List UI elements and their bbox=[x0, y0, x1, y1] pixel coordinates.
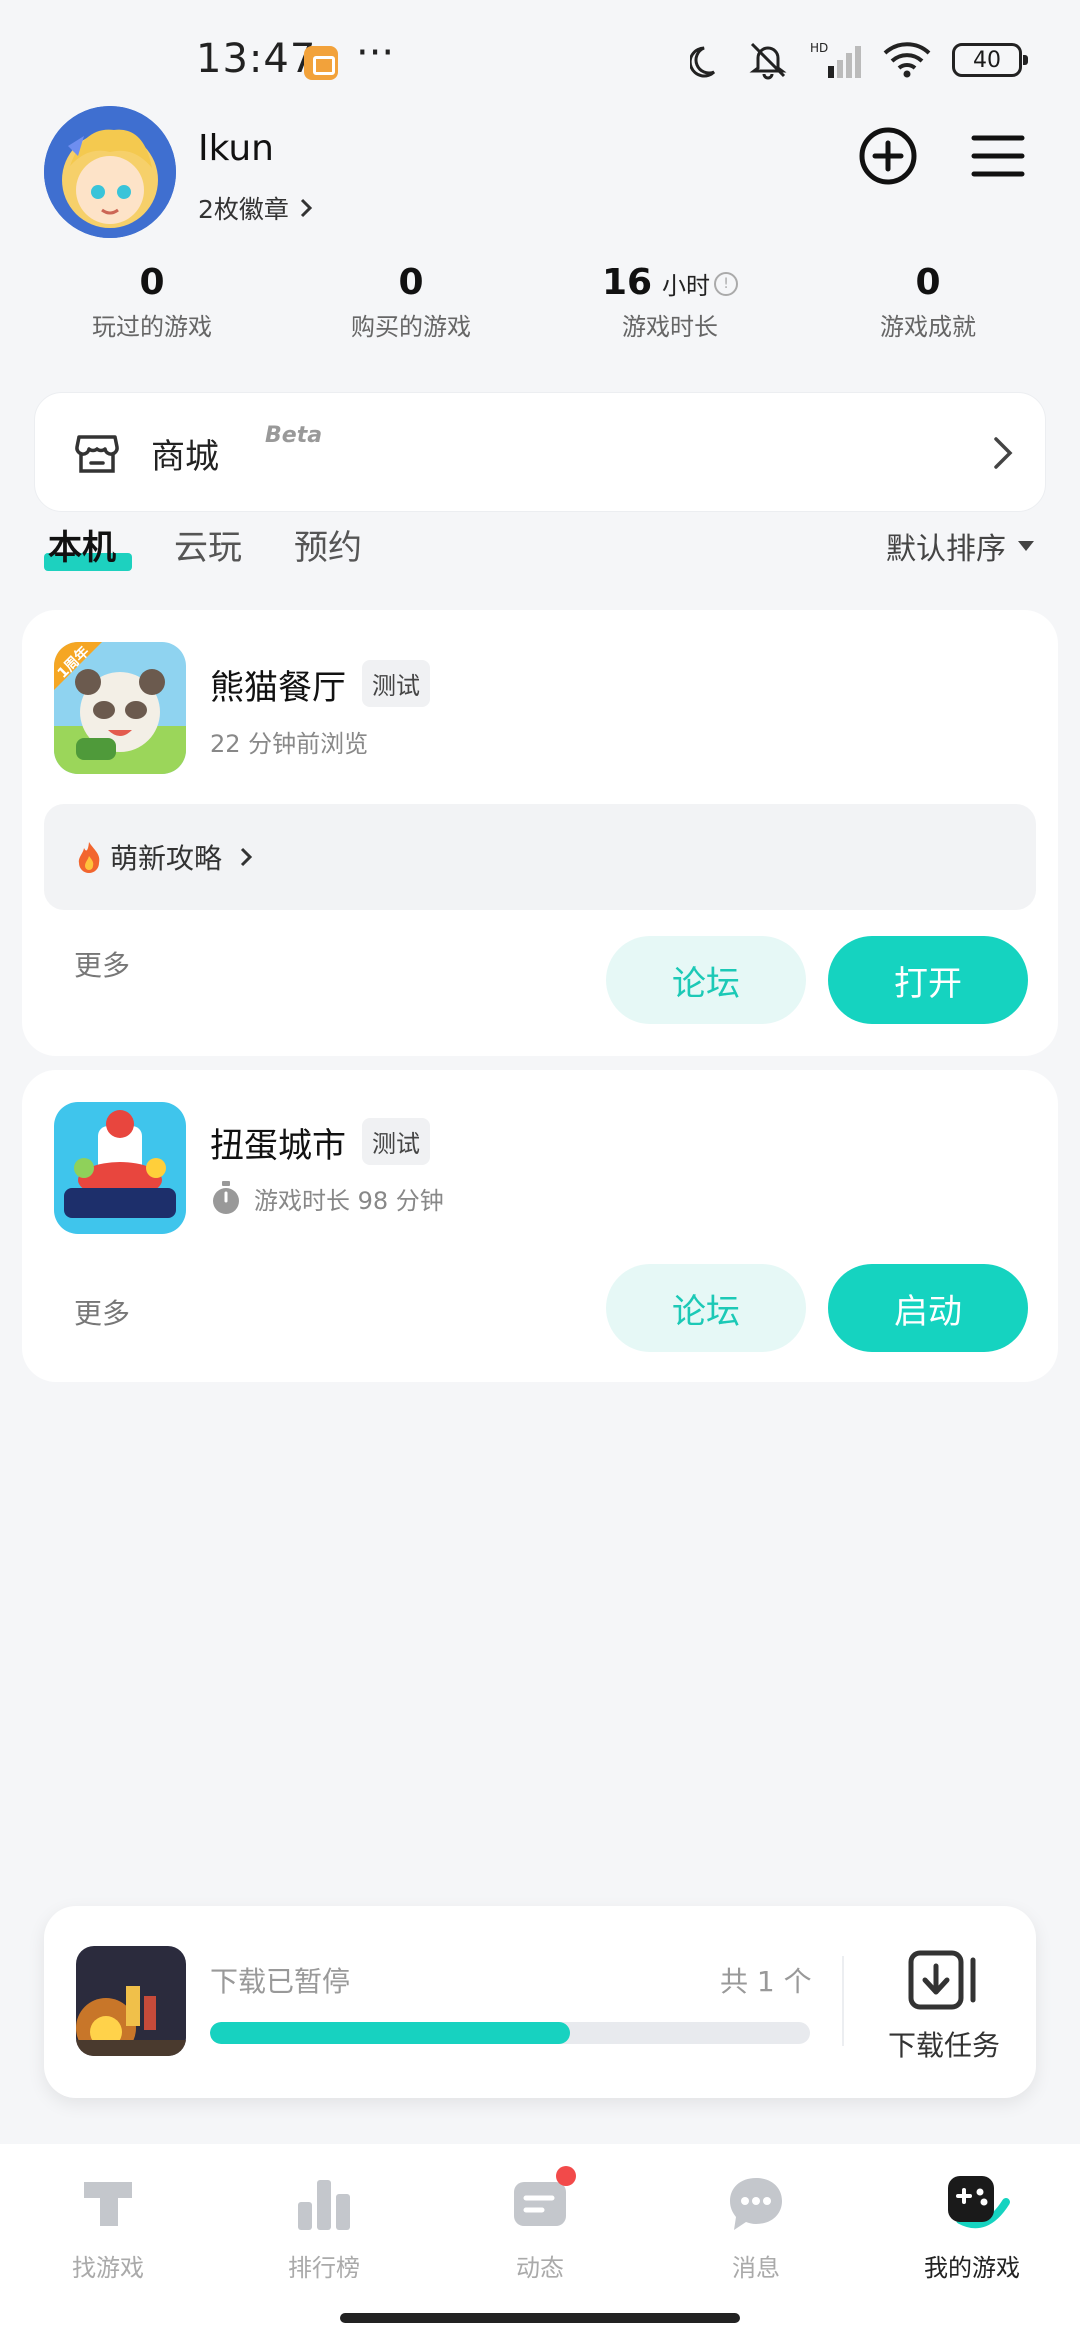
game-card[interactable]: 1周年 熊猫餐厅 测试 22 分钟前浏览 萌新攻略 更多 论坛 打开 bbox=[22, 610, 1058, 1056]
open-button[interactable]: 打开 bbox=[828, 936, 1028, 1024]
game-icon: 1周年 bbox=[54, 642, 186, 774]
nav-ranking[interactable]: 排行榜 bbox=[234, 2172, 414, 2283]
svg-text:HD: HD bbox=[810, 41, 828, 55]
more-link[interactable]: 更多 bbox=[74, 1292, 130, 1332]
chevron-right-icon bbox=[994, 437, 1013, 469]
avatar[interactable] bbox=[44, 106, 176, 238]
nav-label: 排行榜 bbox=[288, 2254, 360, 2282]
stat-label: 游戏时长 bbox=[622, 313, 718, 341]
nav-label: 动态 bbox=[516, 2254, 564, 2282]
stats-row: 0 玩过的游戏 0 购买的游戏 16 小时 ! 游戏时长 0 游戏成就 bbox=[0, 262, 1080, 352]
sort-dropdown[interactable]: 默认排序 bbox=[886, 524, 1034, 568]
game-card[interactable]: 扭蛋城市 测试 游戏时长 98 分钟 更多 论坛 启动 bbox=[22, 1070, 1058, 1382]
stat-value: 16 bbox=[601, 262, 653, 303]
moon-icon bbox=[690, 46, 716, 78]
forum-button[interactable]: 论坛 bbox=[606, 1264, 806, 1352]
find-game-icon bbox=[84, 2182, 132, 2226]
username: Ikun bbox=[198, 128, 274, 169]
download-progress-bar bbox=[210, 2022, 810, 2044]
nav-find-games[interactable]: 找游戏 bbox=[18, 2172, 198, 2283]
ranking-icon bbox=[298, 2180, 350, 2230]
more-notifications-icon: ··· bbox=[356, 30, 395, 76]
download-count: 共 1 个 bbox=[720, 1965, 812, 1998]
tab-reservation[interactable]: 预约 bbox=[294, 520, 362, 569]
download-progress-fill bbox=[210, 2022, 570, 2044]
game-name: 扭蛋城市 bbox=[210, 1126, 346, 1166]
tab-local[interactable]: 本机 bbox=[48, 520, 116, 569]
battery-level: 40 bbox=[973, 47, 1001, 73]
store-card[interactable]: 商城 Beta bbox=[34, 392, 1046, 512]
download-tasks-button[interactable]: 下载任务 bbox=[864, 1950, 1024, 2064]
guide-link[interactable]: 萌新攻略 bbox=[44, 804, 1036, 910]
game-subtitle: 游戏时长 98 分钟 bbox=[210, 1180, 444, 1216]
home-indicator bbox=[340, 2313, 740, 2323]
chevron-right-icon bbox=[240, 847, 253, 867]
my-games-page: 13:47 ··· HD 40 Ikun 2枚徽章 0 玩过的游戏 0 购买的游… bbox=[0, 0, 1080, 2340]
plus-circle-icon bbox=[859, 127, 917, 185]
status-time: 13:47 bbox=[196, 36, 317, 82]
badges-link[interactable]: 2枚徽章 bbox=[198, 190, 313, 226]
stat-value: 0 bbox=[398, 262, 424, 303]
stat-played-games[interactable]: 0 玩过的游戏 bbox=[22, 262, 282, 342]
more-link[interactable]: 更多 bbox=[74, 944, 130, 984]
guide-label: 萌新攻略 bbox=[110, 842, 223, 875]
stat-unit: 小时 bbox=[662, 272, 711, 300]
sort-label: 默认排序 bbox=[886, 532, 1006, 567]
notification-dot bbox=[556, 2166, 576, 2186]
stat-value: 0 bbox=[139, 262, 165, 303]
launch-button[interactable]: 启动 bbox=[828, 1264, 1028, 1352]
nav-label: 找游戏 bbox=[72, 2254, 144, 2282]
game-name: 熊猫餐厅 bbox=[210, 668, 346, 708]
download-thumbnail bbox=[76, 1946, 186, 2056]
stopwatch-icon bbox=[213, 1181, 239, 1214]
hamburger-menu-icon bbox=[971, 135, 1025, 177]
forum-button[interactable]: 论坛 bbox=[606, 936, 806, 1024]
game-icon bbox=[54, 1102, 186, 1234]
battery-icon: 40 bbox=[952, 43, 1028, 77]
nav-my-games[interactable]: 我的游戏 bbox=[882, 2172, 1062, 2283]
bottom-nav: 找游戏 排行榜 动态 消息 我的游戏 bbox=[0, 2144, 1080, 2340]
store-beta-tag: Beta bbox=[265, 423, 323, 448]
stat-label: 购买的游戏 bbox=[351, 313, 471, 341]
menu-button[interactable] bbox=[968, 124, 1028, 188]
chevron-right-icon bbox=[300, 198, 313, 218]
test-badge: 测试 bbox=[362, 1118, 430, 1165]
stat-play-time[interactable]: 16 小时 ! 游戏时长 bbox=[540, 262, 800, 342]
download-card[interactable]: 下载已暂停 共 1 个 下载任务 bbox=[44, 1906, 1036, 2098]
status-bar: 13:47 ··· HD 40 bbox=[0, 0, 1080, 120]
store-icon bbox=[75, 435, 119, 473]
app-notification-icon bbox=[304, 46, 338, 80]
stat-purchased-games[interactable]: 0 购买的游戏 bbox=[281, 262, 541, 342]
play-time-text: 游戏时长 98 分钟 bbox=[254, 1186, 444, 1215]
message-icon bbox=[730, 2178, 782, 2230]
nav-label: 消息 bbox=[732, 2254, 780, 2282]
nav-label: 我的游戏 bbox=[924, 2254, 1020, 2282]
stat-value: 0 bbox=[915, 262, 941, 303]
stat-label: 玩过的游戏 bbox=[92, 313, 212, 341]
mute-bell-icon bbox=[749, 42, 787, 80]
tab-cloud[interactable]: 云玩 bbox=[174, 520, 242, 569]
download-status: 下载已暂停 bbox=[210, 1965, 351, 1998]
caret-down-icon bbox=[1018, 541, 1034, 551]
signal-icon: HD bbox=[810, 41, 861, 78]
badges-label: 2枚徽章 bbox=[198, 195, 289, 224]
divider bbox=[842, 1956, 844, 2046]
stat-label: 游戏成就 bbox=[880, 313, 976, 341]
store-label: 商城 bbox=[151, 437, 219, 477]
status-icons: HD 40 bbox=[690, 40, 1028, 80]
last-viewed-text: 22 分钟前浏览 bbox=[210, 730, 369, 758]
game-subtitle: 22 分钟前浏览 bbox=[210, 724, 368, 759]
info-icon[interactable]: ! bbox=[714, 271, 739, 296]
nav-feed[interactable]: 动态 bbox=[450, 2166, 630, 2283]
stat-achievements[interactable]: 0 游戏成就 bbox=[798, 262, 1058, 342]
fire-icon bbox=[78, 842, 100, 873]
test-badge: 测试 bbox=[362, 660, 430, 707]
download-tasks-label: 下载任务 bbox=[887, 2029, 1000, 2062]
download-task-icon bbox=[908, 1950, 976, 2010]
nav-messages[interactable]: 消息 bbox=[666, 2172, 846, 2283]
add-button[interactable] bbox=[856, 124, 920, 188]
my-games-icon bbox=[948, 2176, 1010, 2229]
wifi-icon bbox=[883, 42, 931, 78]
